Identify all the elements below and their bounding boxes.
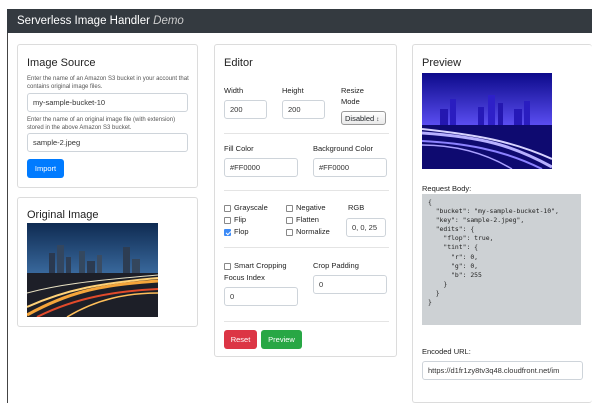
divider-3 <box>224 247 389 248</box>
divider-4 <box>224 321 389 322</box>
encoded-url-input[interactable]: https://d1fr1zy8tv3q48.cloudfront.net/im <box>422 361 583 380</box>
import-button[interactable]: Import <box>27 159 64 178</box>
height-input[interactable]: 200 <box>282 100 325 119</box>
resize-label-2: Mode <box>341 97 360 106</box>
width-input[interactable]: 200 <box>224 100 267 119</box>
fill-color-label: Fill Color <box>224 144 254 153</box>
resize-mode-select[interactable]: Disabled ↕ <box>341 111 386 125</box>
checkbox-icon <box>224 262 231 270</box>
request-body-code: { "bucket": "my-sample-bucket-10", "key"… <box>422 194 581 325</box>
preview-card: Preview Request Body: { "bucket": "my-sa… <box>412 44 592 403</box>
image-source-card: Image Source Enter the name of an Amazon… <box>17 44 198 188</box>
focus-index-label: Focus Index <box>224 273 265 282</box>
background-color-input[interactable]: #FF0000 <box>313 158 387 177</box>
original-image-title: Original Image <box>27 209 99 221</box>
original-image <box>27 223 158 317</box>
preview-title: Preview <box>422 57 462 69</box>
flop-checkbox[interactable]: Flop <box>224 227 249 237</box>
flip-label: Flip <box>234 215 247 224</box>
window-left-edge <box>7 29 8 403</box>
background-color-label: Background Color <box>313 144 374 153</box>
key-help-text: Enter the name of an original image file… <box>27 117 176 131</box>
smart-cropping-checkbox[interactable]: Smart Cropping <box>224 261 287 271</box>
flatten-label: Flatten <box>296 215 319 224</box>
crop-padding-input[interactable]: 0 <box>313 275 387 294</box>
original-image-card: Original Image <box>17 197 198 327</box>
grayscale-label: Grayscale <box>234 203 268 212</box>
bucket-input[interactable]: my-sample-bucket-10 <box>27 93 188 112</box>
encoded-url-label: Encoded URL: <box>422 347 471 356</box>
image-source-title: Image Source <box>27 57 96 69</box>
rgb-input[interactable]: 0, 0, 25 <box>346 218 386 237</box>
checkbox-icon <box>286 228 293 236</box>
preview-image <box>422 73 552 169</box>
editor-card: Editor Width 200 Height 200 Resize Mode … <box>214 44 397 357</box>
flatten-checkbox[interactable]: Flatten <box>286 215 319 225</box>
negative-checkbox[interactable]: Negative <box>286 203 326 213</box>
navbar: Serverless Image Handler Demo <box>7 9 592 33</box>
app-subtitle: Demo <box>153 15 184 27</box>
width-label: Width <box>224 86 244 95</box>
height-label: Height <box>282 86 304 95</box>
divider-1 <box>224 133 389 134</box>
request-body-label: Request Body: <box>422 184 472 193</box>
checkbox-icon <box>224 216 231 224</box>
checkbox-icon <box>286 204 293 212</box>
editor-title: Editor <box>224 57 253 69</box>
key-input[interactable]: sample-2.jpeg <box>27 133 188 152</box>
crop-padding-label: Crop Padding <box>313 261 359 270</box>
reset-button[interactable]: Reset <box>224 330 257 349</box>
flip-checkbox[interactable]: Flip <box>224 215 246 225</box>
flop-label: Flop <box>234 227 249 236</box>
preview-button[interactable]: Preview <box>261 330 302 349</box>
fill-color-input[interactable]: #FF0000 <box>224 158 298 177</box>
bucket-help-text: Enter the name of an Amazon S3 bucket in… <box>27 76 189 90</box>
checkbox-checked-icon <box>224 228 231 236</box>
normalize-checkbox[interactable]: Normalize <box>286 227 330 237</box>
divider-2 <box>224 190 389 191</box>
focus-index-input[interactable]: 0 <box>224 287 298 306</box>
smart-cropping-label: Smart Cropping <box>234 261 287 270</box>
resize-label-1: Resize <box>341 86 364 95</box>
checkbox-icon <box>286 216 293 224</box>
rgb-label: RGB <box>348 203 365 212</box>
checkbox-icon <box>224 204 231 212</box>
resize-mode-value: Disabled <box>345 114 375 123</box>
normalize-label: Normalize <box>296 227 330 236</box>
app-title: Serverless Image Handler <box>17 15 150 27</box>
negative-label: Negative <box>296 203 326 212</box>
grayscale-checkbox[interactable]: Grayscale <box>224 203 268 213</box>
select-arrows-icon: ↕ <box>376 117 380 123</box>
